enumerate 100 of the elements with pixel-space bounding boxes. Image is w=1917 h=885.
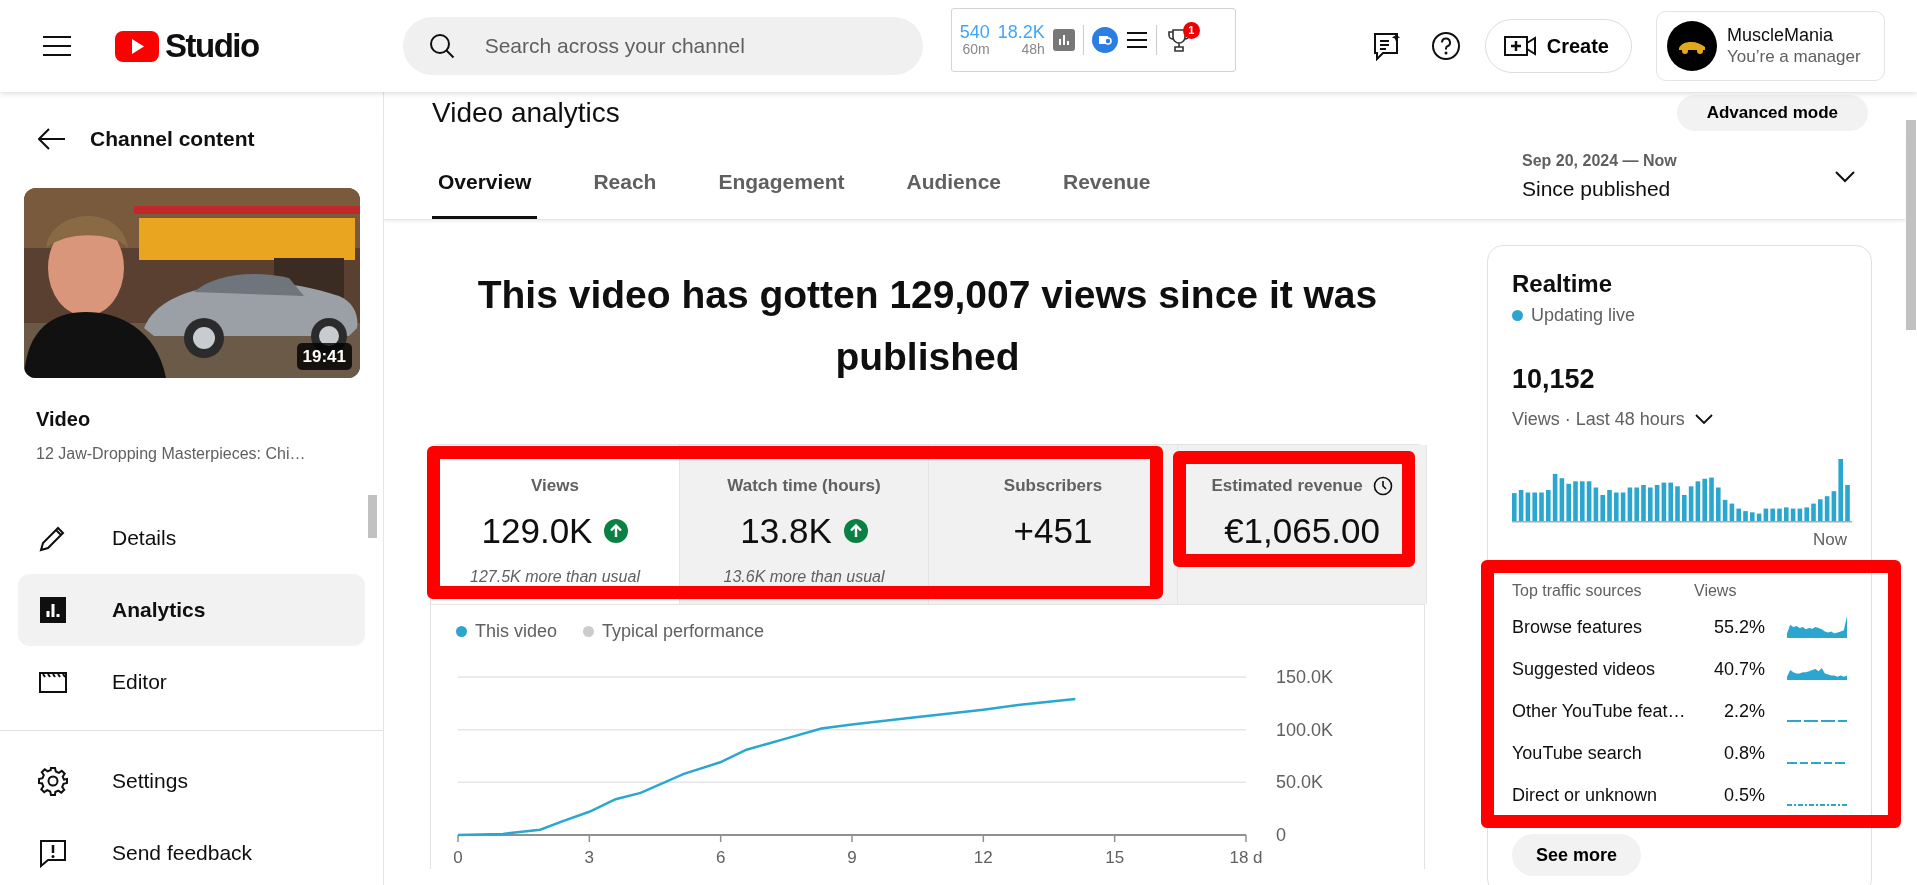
axis-label: 6 <box>715 848 726 867</box>
period-label: 60m <box>962 42 990 57</box>
bar-chart-icon <box>38 595 68 625</box>
tab[interactable]: Revenue <box>1057 169 1157 219</box>
card-title: Realtime <box>1512 269 1614 299</box>
tab[interactable]: Overview <box>432 169 538 219</box>
page-title: Video analytics <box>432 96 620 130</box>
metric-value: €1,065.00 <box>1224 509 1380 552</box>
axis-label: 18 d <box>1229 848 1263 867</box>
source-label: Direct or unknown <box>1512 783 1659 807</box>
sparkline <box>1787 616 1847 638</box>
metric-value: 13.8K <box>740 509 832 552</box>
clock-icon <box>1372 475 1393 496</box>
magnifier-badge-icon[interactable] <box>1091 27 1118 53</box>
period-label: 48h <box>1021 42 1045 57</box>
sparkline <box>1787 762 1847 764</box>
metric-label: Views <box>531 475 579 497</box>
sidebar-item[interactable]: Editor <box>18 646 365 718</box>
axis-label: 9 <box>847 848 857 867</box>
avatar-icon <box>1667 21 1717 71</box>
bar-chart-icon[interactable] <box>1052 29 1075 51</box>
sidebar-item[interactable]: Settings <box>18 745 365 817</box>
help-icon[interactable] <box>1430 31 1461 61</box>
status-label: Updating live <box>1531 304 1636 327</box>
bar <box>1777 508 1782 521</box>
play-icon <box>115 30 159 62</box>
headline: This video has gotten 129,007 views since it was published <box>477 272 1378 380</box>
source-label: YouTube search <box>1512 741 1643 765</box>
feedback-icon <box>38 838 68 868</box>
share-value: 0.8% <box>1722 741 1765 765</box>
metric-value: +451 <box>1013 509 1093 552</box>
bar <box>1641 484 1646 521</box>
video-camera-icon <box>1503 33 1537 59</box>
column-header: Top traffic sources <box>1512 581 1643 601</box>
sparkline <box>1787 720 1847 722</box>
share-value: 2.2% <box>1722 699 1765 723</box>
see-more-button[interactable]: See more <box>1512 834 1642 876</box>
tab[interactable]: Reach <box>587 169 663 219</box>
metric-label: Estimated revenue <box>1211 475 1363 497</box>
source-label: Suggested videos <box>1512 657 1657 681</box>
menu-icon[interactable] <box>42 34 72 58</box>
section-title: Channel content <box>90 126 255 153</box>
share-value: 40.7% <box>1712 657 1765 681</box>
metric-note: 13.6K more than usual <box>723 567 885 587</box>
bar <box>1607 489 1612 521</box>
account-name: MuscleMania <box>1727 24 1835 47</box>
live-dot <box>1512 310 1523 321</box>
axis-label: 50.0K <box>1276 772 1324 793</box>
legend-label: This video <box>475 619 558 643</box>
account-card[interactable]: MuscleMania You’re a manager <box>1656 11 1885 81</box>
chevron-down-icon[interactable] <box>1835 170 1855 183</box>
sidebar-item[interactable]: Send feedback <box>18 817 365 885</box>
bar <box>1811 503 1816 521</box>
video-title: 12 Jaw-Dropping Masterpieces: Chi… <box>36 444 307 464</box>
sparkline <box>1787 804 1847 806</box>
bar <box>1743 510 1748 521</box>
axis-label: 0 <box>1276 825 1286 845</box>
period-label: Views · Last 48 hours <box>1512 407 1685 431</box>
source-label: Browse features <box>1512 615 1644 639</box>
sidebar-item[interactable]: Details <box>18 502 365 574</box>
metric-label: Watch time (hours) <box>727 475 881 497</box>
menu-icon[interactable] <box>1125 30 1148 50</box>
legend-label: Typical performance <box>602 619 765 643</box>
tab[interactable]: Engagement <box>712 169 851 219</box>
tab[interactable]: Audience <box>900 169 1007 219</box>
settings-icon <box>38 766 68 796</box>
source-label: Other YouTube feat… <box>1512 699 1687 723</box>
metric-value: 129.0K <box>481 509 593 552</box>
advanced-mode-button[interactable]: Advanced mode <box>1676 95 1868 131</box>
views-count: 540 <box>959 23 990 43</box>
scrollbar-thumb[interactable] <box>368 495 377 538</box>
account-role: You’re a manager <box>1727 46 1861 68</box>
search-icon[interactable] <box>428 33 455 59</box>
axis-label: 15 <box>1105 848 1125 867</box>
studio-logo[interactable]: Studio <box>115 21 259 71</box>
scrollbar-thumb[interactable] <box>1906 120 1916 330</box>
date-range: Sep 20, 2024 — Now <box>1522 150 1677 171</box>
axis-label: 3 <box>584 848 595 867</box>
axis-label: Now <box>1812 528 1847 551</box>
create-button[interactable]: Create <box>1484 19 1632 73</box>
axis-label: 0 <box>453 848 463 867</box>
sidebar-item[interactable]: Analytics <box>18 574 365 646</box>
bar <box>1675 485 1680 521</box>
search-field[interactable]: Search across your channel <box>402 17 923 75</box>
axis-label: 12 <box>973 848 993 867</box>
bar <box>1709 477 1714 521</box>
views-count: 18.2K <box>997 23 1045 43</box>
share-value: 0.5% <box>1722 783 1765 807</box>
share-value: 55.2% <box>1712 615 1765 639</box>
column-header: Views <box>1693 581 1738 601</box>
axis-label: 150.0K <box>1276 667 1334 687</box>
metric-note: 127.5K more than usual <box>470 567 640 587</box>
bar <box>1845 484 1850 521</box>
period-selector[interactable]: Since published <box>1522 172 1677 205</box>
chevron-down-icon[interactable] <box>1694 413 1713 425</box>
metric-label: Subscribers <box>1003 475 1103 497</box>
back-arrow-icon[interactable] <box>38 127 66 151</box>
notification-badge: 1 <box>1182 22 1200 39</box>
bar <box>1573 480 1578 521</box>
video-heading: Video <box>36 407 92 432</box>
